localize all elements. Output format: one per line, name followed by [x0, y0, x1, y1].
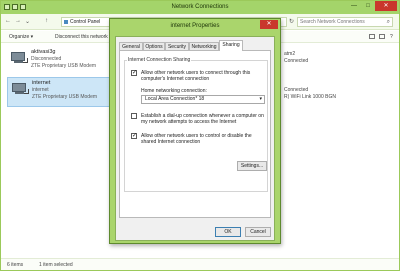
group-label: Internet Connection Sharing — [127, 57, 192, 63]
partial-connection-device: R) WiFi Link 1000 BGN — [284, 94, 336, 100]
help-icon[interactable]: ? — [390, 34, 393, 40]
recent-locations-icon[interactable]: ⌄ — [25, 18, 30, 25]
establish-dialup-label-line2: my network attempts to access the Intern… — [141, 119, 237, 125]
settings-button[interactable]: Settings... — [237, 161, 267, 171]
maximize-button[interactable]: □ — [361, 1, 375, 11]
dialog-body: General Options Security Networking Shar… — [115, 36, 275, 241]
selection-count: 1 item selected — [39, 262, 73, 268]
allow-connect-label-line2: computer's Internet connection — [141, 76, 210, 82]
ok-button[interactable]: OK — [215, 227, 241, 237]
home-network-label: Home networking connection: — [141, 88, 207, 94]
control-panel-icon — [64, 20, 68, 24]
properties-dialog: internet Properties ✕ General Options Se… — [109, 18, 281, 244]
allow-connect-checkbox[interactable]: ✓ — [131, 70, 137, 76]
connection-device: ZTE Proprietary USB Modem — [32, 94, 98, 100]
chevron-down-icon: ▾ — [259, 96, 262, 102]
partial-connection-status: Connected — [284, 58, 309, 64]
home-network-select[interactable]: Local Area Connection* 18 ▾ — [141, 95, 265, 104]
close-button[interactable]: ✕ — [375, 1, 397, 11]
status-bar: 6 items 1 item selected — [1, 258, 399, 270]
window-title: Network Connections — [171, 4, 229, 10]
search-icon[interactable]: ⌕ — [387, 18, 390, 26]
partial-connection-status: Connected — [284, 87, 309, 93]
window-controls: — □ ✕ — [347, 1, 397, 11]
partial-connection-name[interactable]: atm2 — [284, 51, 295, 57]
establish-dialup-checkbox[interactable] — [131, 113, 137, 119]
allow-control-checkbox[interactable]: ✓ — [131, 133, 137, 139]
item-count: 6 items — [7, 262, 24, 268]
preview-pane-icon[interactable] — [379, 34, 385, 39]
allow-control-label-line2: shared Internet connection — [141, 139, 201, 145]
organize-button[interactable]: Organize ▾ — [9, 34, 33, 40]
sharing-panel: Internet Connection Sharing ✓ Allow othe… — [119, 50, 271, 218]
cancel-button[interactable]: Cancel — [245, 227, 271, 237]
back-arrow-icon[interactable]: ← — [5, 18, 11, 24]
forward-arrow-icon[interactable]: → — [15, 18, 21, 24]
connection-name: internet — [32, 80, 51, 86]
connection-device: ZTE Proprietary USB Modem — [31, 63, 97, 69]
connection-status: internet — [32, 87, 49, 93]
connection-name: aktivasi3g — [31, 49, 56, 55]
home-network-value: Local Area Connection* 18 — [145, 96, 205, 102]
connection-status: Disconnected — [31, 56, 62, 62]
breadcrumb[interactable]: Control Panel — [70, 19, 100, 25]
search-input[interactable]: Search Network Connections ⌕ — [297, 17, 393, 27]
view-options-icon[interactable] — [369, 34, 375, 39]
network-adapter-icon — [11, 52, 28, 64]
tab-sharing[interactable]: Sharing — [219, 40, 243, 51]
up-arrow-icon[interactable]: ↑ — [45, 18, 48, 24]
network-adapter-icon — [12, 83, 29, 95]
refresh-icon[interactable]: ↻ — [289, 18, 294, 25]
dialog-close-button[interactable]: ✕ — [260, 20, 278, 29]
minimize-button[interactable]: — — [347, 1, 361, 11]
dialog-title: internet Properties — [170, 23, 220, 29]
ics-group: Internet Connection Sharing ✓ Allow othe… — [124, 57, 268, 192]
title-bar[interactable]: Network Connections — □ ✕ — [1, 1, 399, 14]
search-placeholder: Search Network Connections — [300, 19, 365, 25]
